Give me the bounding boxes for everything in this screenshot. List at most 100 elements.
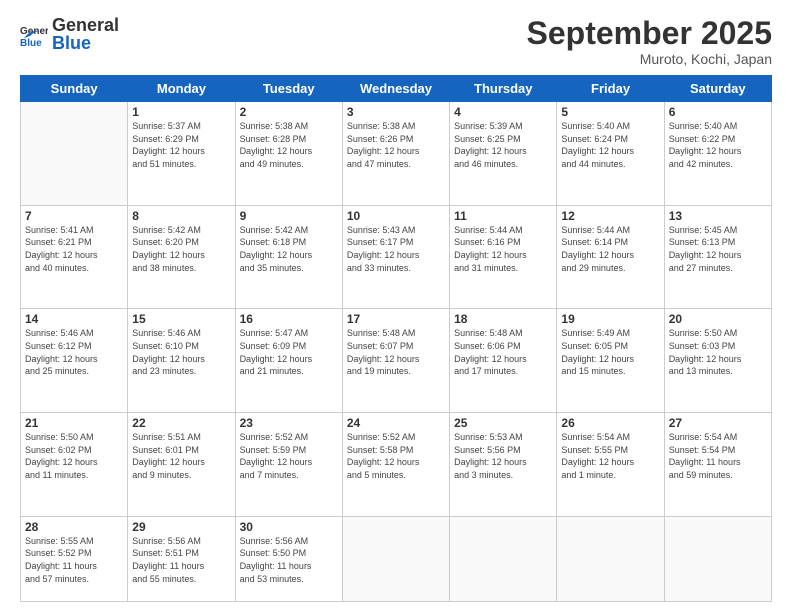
day-cell: 24Sunrise: 5:52 AM Sunset: 5:58 PM Dayli… [342, 413, 449, 517]
day-info: Sunrise: 5:51 AM Sunset: 6:01 PM Dayligh… [132, 431, 230, 481]
day-info: Sunrise: 5:38 AM Sunset: 6:26 PM Dayligh… [347, 120, 445, 170]
day-info: Sunrise: 5:47 AM Sunset: 6:09 PM Dayligh… [240, 327, 338, 377]
weekday-header-row: SundayMondayTuesdayWednesdayThursdayFrid… [21, 76, 772, 102]
svg-text:Blue: Blue [20, 38, 42, 48]
day-cell: 18Sunrise: 5:48 AM Sunset: 6:06 PM Dayli… [450, 309, 557, 413]
day-info: Sunrise: 5:44 AM Sunset: 6:16 PM Dayligh… [454, 224, 552, 274]
logo: General Blue General Blue [20, 16, 119, 52]
week-row-3: 21Sunrise: 5:50 AM Sunset: 6:02 PM Dayli… [21, 413, 772, 517]
day-cell: 4Sunrise: 5:39 AM Sunset: 6:25 PM Daylig… [450, 102, 557, 206]
header: General Blue General Blue September 2025… [20, 16, 772, 67]
day-cell: 22Sunrise: 5:51 AM Sunset: 6:01 PM Dayli… [128, 413, 235, 517]
logo-icon: General Blue [20, 20, 48, 48]
day-cell: 10Sunrise: 5:43 AM Sunset: 6:17 PM Dayli… [342, 205, 449, 309]
day-cell [557, 516, 664, 601]
day-number: 6 [669, 105, 767, 119]
day-info: Sunrise: 5:50 AM Sunset: 6:02 PM Dayligh… [25, 431, 123, 481]
day-cell: 16Sunrise: 5:47 AM Sunset: 6:09 PM Dayli… [235, 309, 342, 413]
weekday-sunday: Sunday [21, 76, 128, 102]
day-cell [664, 516, 771, 601]
day-number: 29 [132, 520, 230, 534]
day-cell: 7Sunrise: 5:41 AM Sunset: 6:21 PM Daylig… [21, 205, 128, 309]
day-number: 9 [240, 209, 338, 223]
day-cell: 30Sunrise: 5:56 AM Sunset: 5:50 PM Dayli… [235, 516, 342, 601]
day-cell: 17Sunrise: 5:48 AM Sunset: 6:07 PM Dayli… [342, 309, 449, 413]
day-cell: 2Sunrise: 5:38 AM Sunset: 6:28 PM Daylig… [235, 102, 342, 206]
weekday-wednesday: Wednesday [342, 76, 449, 102]
day-cell: 11Sunrise: 5:44 AM Sunset: 6:16 PM Dayli… [450, 205, 557, 309]
weekday-saturday: Saturday [664, 76, 771, 102]
day-number: 24 [347, 416, 445, 430]
day-number: 1 [132, 105, 230, 119]
day-number: 20 [669, 312, 767, 326]
day-cell: 13Sunrise: 5:45 AM Sunset: 6:13 PM Dayli… [664, 205, 771, 309]
week-row-0: 1Sunrise: 5:37 AM Sunset: 6:29 PM Daylig… [21, 102, 772, 206]
day-number: 30 [240, 520, 338, 534]
day-info: Sunrise: 5:44 AM Sunset: 6:14 PM Dayligh… [561, 224, 659, 274]
day-info: Sunrise: 5:39 AM Sunset: 6:25 PM Dayligh… [454, 120, 552, 170]
logo-general-text: General [52, 16, 119, 34]
day-number: 5 [561, 105, 659, 119]
day-number: 14 [25, 312, 123, 326]
day-number: 18 [454, 312, 552, 326]
day-number: 21 [25, 416, 123, 430]
day-info: Sunrise: 5:52 AM Sunset: 5:58 PM Dayligh… [347, 431, 445, 481]
day-number: 15 [132, 312, 230, 326]
day-number: 25 [454, 416, 552, 430]
day-info: Sunrise: 5:43 AM Sunset: 6:17 PM Dayligh… [347, 224, 445, 274]
day-cell [342, 516, 449, 601]
week-row-2: 14Sunrise: 5:46 AM Sunset: 6:12 PM Dayli… [21, 309, 772, 413]
day-cell: 28Sunrise: 5:55 AM Sunset: 5:52 PM Dayli… [21, 516, 128, 601]
day-cell: 27Sunrise: 5:54 AM Sunset: 5:54 PM Dayli… [664, 413, 771, 517]
day-info: Sunrise: 5:45 AM Sunset: 6:13 PM Dayligh… [669, 224, 767, 274]
day-number: 2 [240, 105, 338, 119]
day-cell: 26Sunrise: 5:54 AM Sunset: 5:55 PM Dayli… [557, 413, 664, 517]
day-info: Sunrise: 5:46 AM Sunset: 6:10 PM Dayligh… [132, 327, 230, 377]
title-block: September 2025 Muroto, Kochi, Japan [527, 16, 772, 67]
day-cell: 25Sunrise: 5:53 AM Sunset: 5:56 PM Dayli… [450, 413, 557, 517]
day-info: Sunrise: 5:48 AM Sunset: 6:07 PM Dayligh… [347, 327, 445, 377]
day-cell: 6Sunrise: 5:40 AM Sunset: 6:22 PM Daylig… [664, 102, 771, 206]
day-cell: 5Sunrise: 5:40 AM Sunset: 6:24 PM Daylig… [557, 102, 664, 206]
day-cell: 15Sunrise: 5:46 AM Sunset: 6:10 PM Dayli… [128, 309, 235, 413]
day-cell: 21Sunrise: 5:50 AM Sunset: 6:02 PM Dayli… [21, 413, 128, 517]
weekday-tuesday: Tuesday [235, 76, 342, 102]
day-info: Sunrise: 5:41 AM Sunset: 6:21 PM Dayligh… [25, 224, 123, 274]
month-title: September 2025 [527, 16, 772, 51]
day-cell: 14Sunrise: 5:46 AM Sunset: 6:12 PM Dayli… [21, 309, 128, 413]
day-number: 28 [25, 520, 123, 534]
day-info: Sunrise: 5:52 AM Sunset: 5:59 PM Dayligh… [240, 431, 338, 481]
day-number: 7 [25, 209, 123, 223]
weekday-thursday: Thursday [450, 76, 557, 102]
day-info: Sunrise: 5:37 AM Sunset: 6:29 PM Dayligh… [132, 120, 230, 170]
day-cell: 20Sunrise: 5:50 AM Sunset: 6:03 PM Dayli… [664, 309, 771, 413]
day-info: Sunrise: 5:50 AM Sunset: 6:03 PM Dayligh… [669, 327, 767, 377]
day-number: 11 [454, 209, 552, 223]
weekday-friday: Friday [557, 76, 664, 102]
day-cell [21, 102, 128, 206]
day-info: Sunrise: 5:42 AM Sunset: 6:18 PM Dayligh… [240, 224, 338, 274]
day-number: 22 [132, 416, 230, 430]
day-number: 17 [347, 312, 445, 326]
day-number: 16 [240, 312, 338, 326]
day-info: Sunrise: 5:40 AM Sunset: 6:24 PM Dayligh… [561, 120, 659, 170]
calendar-table: SundayMondayTuesdayWednesdayThursdayFrid… [20, 75, 772, 602]
day-info: Sunrise: 5:38 AM Sunset: 6:28 PM Dayligh… [240, 120, 338, 170]
day-cell: 23Sunrise: 5:52 AM Sunset: 5:59 PM Dayli… [235, 413, 342, 517]
day-number: 3 [347, 105, 445, 119]
location: Muroto, Kochi, Japan [527, 51, 772, 67]
day-cell: 9Sunrise: 5:42 AM Sunset: 6:18 PM Daylig… [235, 205, 342, 309]
day-info: Sunrise: 5:42 AM Sunset: 6:20 PM Dayligh… [132, 224, 230, 274]
day-cell [450, 516, 557, 601]
day-cell: 12Sunrise: 5:44 AM Sunset: 6:14 PM Dayli… [557, 205, 664, 309]
day-number: 13 [669, 209, 767, 223]
logo-blue-text: Blue [52, 34, 119, 52]
day-info: Sunrise: 5:48 AM Sunset: 6:06 PM Dayligh… [454, 327, 552, 377]
day-number: 4 [454, 105, 552, 119]
week-row-1: 7Sunrise: 5:41 AM Sunset: 6:21 PM Daylig… [21, 205, 772, 309]
week-row-4: 28Sunrise: 5:55 AM Sunset: 5:52 PM Dayli… [21, 516, 772, 601]
day-number: 23 [240, 416, 338, 430]
weekday-monday: Monday [128, 76, 235, 102]
day-cell: 19Sunrise: 5:49 AM Sunset: 6:05 PM Dayli… [557, 309, 664, 413]
day-info: Sunrise: 5:56 AM Sunset: 5:51 PM Dayligh… [132, 535, 230, 585]
